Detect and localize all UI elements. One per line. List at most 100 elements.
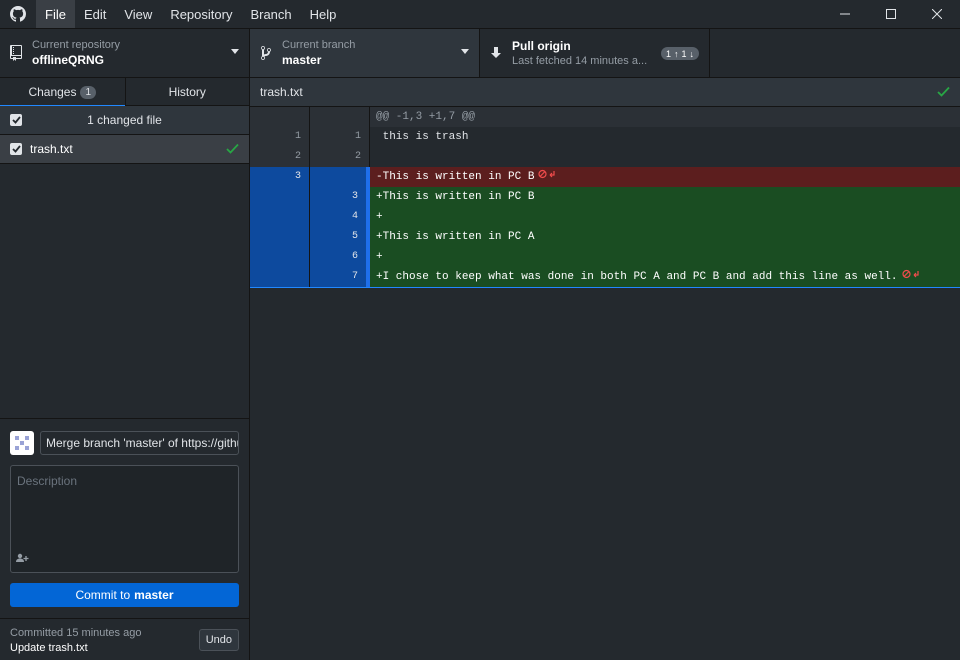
menu-help[interactable]: Help (301, 0, 346, 28)
github-logo-icon (0, 0, 36, 28)
tab-history-label: History (168, 85, 206, 99)
diff-header: trash.txt (250, 78, 960, 107)
menu-file[interactable]: File (36, 0, 75, 28)
current-repository-dropdown[interactable]: Current repository offlineQRNG (0, 29, 250, 77)
new-line-number: 3 (310, 187, 370, 207)
close-icon[interactable] (914, 0, 960, 28)
commit-form: Merge branch 'master' of https://github … (0, 418, 249, 618)
ahead-behind-badge: 1 ↑ 1 ↓ (660, 47, 699, 60)
new-line-number: 1 (310, 127, 370, 147)
title-bar: File Edit View Repository Branch Help (0, 0, 960, 28)
current-branch-dropdown[interactable]: Current branch master (250, 29, 480, 77)
diff-line-content: + (376, 211, 383, 223)
new-line-number: 7 (310, 267, 370, 287)
diff-line-add[interactable]: 4 + (250, 207, 960, 227)
diff-line-content: + (376, 251, 383, 263)
menu-edit[interactable]: Edit (75, 0, 115, 28)
tab-changes[interactable]: Changes 1 (0, 78, 125, 107)
new-line-number (310, 167, 370, 187)
diff-line-content: +I chose to keep what was done in both P… (376, 271, 898, 283)
diff-file-name: trash.txt (260, 85, 303, 99)
last-commit-info: Committed 15 minutes ago Update trash.tx… (0, 618, 249, 660)
diff-line-context: 22 (250, 147, 960, 167)
diff-panel: trash.txt @@ -1,3 +1,7 @@ 1 1 this is tras… (250, 78, 960, 660)
arrow-down-icon: ↓ (689, 48, 695, 59)
avatar (10, 431, 34, 455)
commit-summary-input[interactable]: Merge branch 'master' of https://github (40, 431, 239, 455)
menu-repository[interactable]: Repository (161, 0, 241, 28)
new-line-number: 5 (310, 227, 370, 247)
old-line-number (250, 187, 310, 207)
diff-line-text: this is trash (370, 127, 960, 147)
new-line-number: 2 (310, 147, 370, 167)
tab-changes-label: Changes (28, 85, 77, 99)
old-line-number (250, 207, 310, 227)
file-list-item[interactable]: trash.txt (0, 135, 249, 164)
diff-line-del[interactable]: 3 -This is written in PC B (250, 167, 960, 187)
diff-line-add[interactable]: 6 + (250, 247, 960, 267)
chevron-down-icon (231, 49, 239, 54)
file-name: trash.txt (30, 142, 73, 156)
behind-count: 1 (665, 48, 671, 59)
diff-line-text: @@ -1,3 +1,7 @@ (370, 107, 960, 127)
window-controls (822, 0, 960, 28)
old-line-number (250, 227, 310, 247)
commit-button[interactable]: Commit to master (10, 583, 239, 607)
diff-line-add[interactable]: 7 +I chose to keep what was done in both … (250, 267, 960, 287)
menu-view[interactable]: View (115, 0, 161, 28)
toolbar: Current repository offlineQRNG Current b… (0, 28, 960, 78)
undo-button[interactable]: Undo (198, 629, 239, 651)
old-line-number: 3 (250, 167, 310, 187)
diff-line-hunk: @@ -1,3 +1,7 @@ (250, 107, 960, 127)
diff-line-text: + (370, 207, 960, 227)
tab-history[interactable]: History (124, 78, 250, 106)
add-coauthor-icon[interactable] (16, 552, 30, 566)
arrow-down-icon: ↑ (673, 48, 679, 59)
commit-description-input[interactable]: Description (10, 465, 239, 573)
branch-label: Current branch (282, 39, 356, 51)
repository-label: Current repository (32, 39, 121, 51)
repository-icon (0, 45, 32, 61)
diff-line-content: @@ -1,3 +1,7 @@ (376, 111, 476, 123)
select-all-checkbox[interactable] (10, 114, 22, 126)
diff-divider (250, 287, 960, 288)
sidebar: Changes 1 History 1 changed file trash.t… (0, 78, 250, 660)
chevron-down-icon (461, 49, 469, 54)
diff-line-context: 11 this is trash (250, 127, 960, 147)
diff-line-text: +This is written in PC B (370, 187, 960, 207)
old-line-number (250, 247, 310, 267)
diff-line-text (370, 147, 960, 167)
diff-line-text: +I chose to keep what was done in both P… (370, 267, 960, 287)
old-line-number (250, 107, 310, 127)
pull-origin-label: Pull origin (512, 39, 571, 53)
no-newline-icon (901, 267, 922, 287)
branch-name: master (282, 53, 322, 67)
diff-line-text: +This is written in PC A (370, 227, 960, 247)
file-checkbox[interactable] (10, 143, 22, 155)
menu-bar: File Edit View Repository Branch Help (36, 0, 345, 28)
diff-line-content: -This is written in PC B (376, 171, 535, 183)
diff-line-content: +This is written in PC A (376, 231, 535, 243)
diff-line-add[interactable]: 5 +This is written in PC A (250, 227, 960, 247)
last-fetched-text: Last fetched 14 minutes a... (512, 55, 648, 67)
diff-line-content: this is trash (376, 131, 469, 143)
new-line-number: 6 (310, 247, 370, 267)
minimize-icon[interactable] (822, 0, 868, 28)
no-newline-icon (538, 167, 558, 187)
commit-button-branch: master (134, 588, 174, 602)
menu-branch[interactable]: Branch (241, 0, 300, 28)
pull-origin-button[interactable]: Pull origin Last fetched 14 minutes a...… (480, 29, 710, 77)
maximize-icon[interactable] (868, 0, 914, 28)
tab-bar: Changes 1 History (0, 78, 250, 107)
diff-line-text: + (370, 247, 960, 267)
checkmark-icon (937, 86, 950, 100)
arrow-down-icon (480, 47, 512, 59)
commit-button-label: Commit to (75, 588, 131, 602)
ahead-count: 1 (681, 48, 687, 59)
diff-line-add[interactable]: 3 +This is written in PC B (250, 187, 960, 207)
old-line-number: 2 (250, 147, 310, 167)
changed-files-count: 1 changed file (87, 113, 162, 127)
old-line-number: 1 (250, 127, 310, 147)
changes-header: 1 changed file (0, 106, 249, 135)
new-line-number: 4 (310, 207, 370, 227)
